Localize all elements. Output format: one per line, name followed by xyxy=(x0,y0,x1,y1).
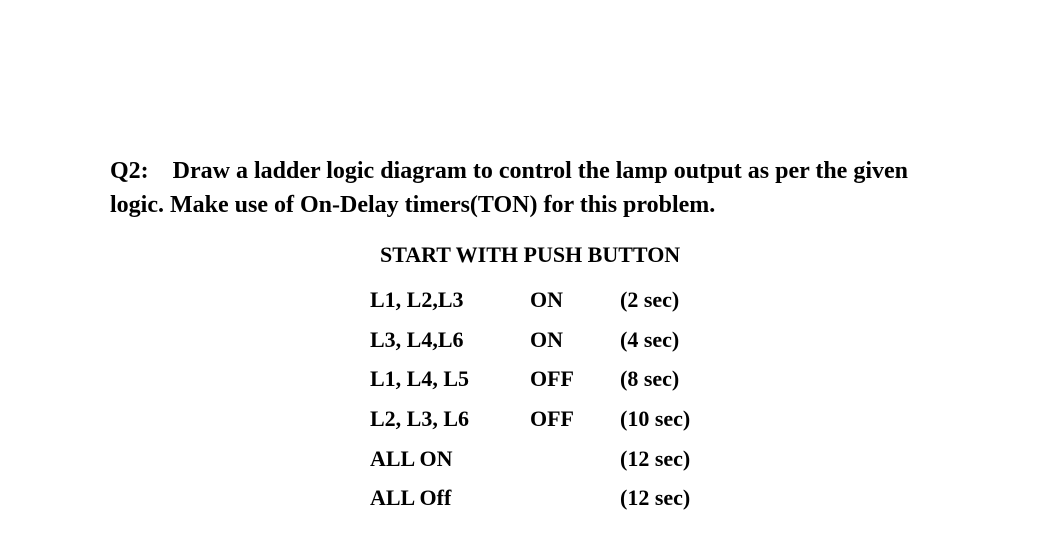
question-header: Q2: Draw a ladder logic diagram to contr… xyxy=(110,155,950,222)
table-row: L1, L2,L3 ON (2 sec) xyxy=(370,280,950,320)
time-cell: (10 sec) xyxy=(620,399,740,439)
state-cell: ON xyxy=(530,280,620,320)
lamps-cell: ALL ON xyxy=(370,439,530,479)
lamps-cell: L2, L3, L6 xyxy=(370,399,530,439)
document-content: Q2: Draw a ladder logic diagram to contr… xyxy=(110,155,950,518)
lamps-cell: L1, L4, L5 xyxy=(370,359,530,399)
table-row: L3, L4,L6 ON (4 sec) xyxy=(370,320,950,360)
lamps-cell: L1, L2,L3 xyxy=(370,280,530,320)
state-cell: OFF xyxy=(530,399,620,439)
question-text: Draw a ladder logic diagram to control t… xyxy=(110,158,908,218)
lamps-cell: L3, L4,L6 xyxy=(370,320,530,360)
state-cell: ON xyxy=(530,320,620,360)
time-cell: (2 sec) xyxy=(620,280,740,320)
table-row: ALL ON (12 sec) xyxy=(370,439,950,479)
table-title: START WITH PUSH BUTTON xyxy=(380,242,950,268)
lamps-cell: ALL Off xyxy=(370,478,530,518)
time-cell: (12 sec) xyxy=(620,439,740,479)
sequence-table: START WITH PUSH BUTTON L1, L2,L3 ON (2 s… xyxy=(370,242,950,518)
table-row: L2, L3, L6 OFF (10 sec) xyxy=(370,399,950,439)
table-row: L1, L4, L5 OFF (8 sec) xyxy=(370,359,950,399)
question-label: Q2: xyxy=(110,158,149,184)
table-row: ALL Off (12 sec) xyxy=(370,478,950,518)
time-cell: (12 sec) xyxy=(620,478,740,518)
state-cell: OFF xyxy=(530,359,620,399)
time-cell: (8 sec) xyxy=(620,359,740,399)
time-cell: (4 sec) xyxy=(620,320,740,360)
